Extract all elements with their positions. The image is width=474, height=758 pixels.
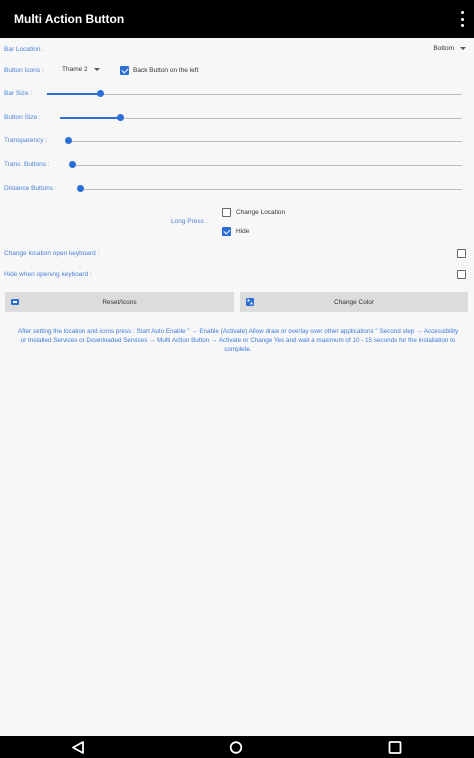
chevron-down-icon [93, 68, 100, 71]
slider-thumb[interactable] [116, 114, 124, 121]
hide-checkbox[interactable] [222, 227, 231, 236]
change-location-label: Change Location [236, 209, 286, 216]
reset-icons-label: Reset/Icons [102, 298, 137, 306]
change-location-checkbox[interactable] [222, 208, 231, 217]
change-location-open-keyboard-label: Change location open keyboard : [4, 250, 100, 257]
button-size-slider[interactable] [60, 114, 462, 122]
long-press-label: Long Press : [171, 218, 208, 225]
transparency-label: Transparency : [4, 137, 48, 144]
change-location-open-keyboard-checkbox[interactable] [457, 249, 466, 258]
slider-track [47, 93, 462, 95]
trans-buttons-slider[interactable] [68, 161, 462, 169]
slider-track [80, 188, 462, 190]
trans-buttons-label: Trans. Buttons : [4, 161, 50, 168]
back-icon[interactable] [71, 741, 85, 754]
app-bar: Multi Action Button [0, 0, 474, 38]
setup-instructions: After setting the location and icons pre… [17, 328, 459, 353]
button-icons-value: Thame 2 [62, 66, 88, 73]
slider-thumb[interactable] [64, 137, 72, 144]
overflow-menu-icon[interactable] [460, 11, 464, 27]
recents-icon[interactable] [388, 741, 402, 754]
bar-location-label: Bar Location : [4, 46, 45, 53]
bar-location-value: Bottom [433, 45, 454, 52]
slider-thumb[interactable] [76, 185, 84, 192]
distance-buttons-slider[interactable] [76, 185, 462, 193]
bar-size-label: Bar Size : [4, 90, 33, 97]
bar-location-dropdown[interactable]: Bottom [433, 45, 466, 52]
back-button-left-checkbox[interactable] [120, 66, 129, 75]
hide-label: Hide [236, 228, 250, 235]
reset-icon [11, 299, 19, 305]
bar-size-slider[interactable] [47, 90, 462, 98]
slider-track [72, 164, 462, 166]
button-icons-dropdown[interactable]: Thame 2 [62, 66, 100, 73]
slider-fill [60, 117, 121, 119]
back-button-left-label: Back Button on the left [133, 67, 199, 74]
slider-thumb[interactable] [97, 90, 105, 97]
slider-track [68, 140, 462, 142]
system-navigation-bar [0, 736, 474, 758]
reset-icons-button[interactable]: Reset/Icons [5, 292, 234, 312]
hide-opening-keyboard-checkbox[interactable] [457, 270, 466, 279]
chevron-down-icon [460, 47, 466, 50]
button-size-label: Button Size : [4, 114, 41, 121]
slider-fill [47, 93, 101, 95]
home-icon[interactable] [229, 741, 243, 754]
distance-buttons-label: Distance Buttons : [4, 185, 57, 192]
palette-icon [246, 298, 254, 306]
change-color-label: Change Color [333, 298, 375, 306]
slider-thumb[interactable] [68, 161, 76, 168]
transparency-slider[interactable] [64, 137, 462, 145]
button-icons-label: Button Icons : [4, 67, 44, 74]
app-title: Multi Action Button [14, 12, 125, 26]
change-color-button[interactable]: Change Color [240, 292, 468, 312]
hide-opening-keyboard-label: Hide when opening keyboard : [4, 271, 92, 278]
